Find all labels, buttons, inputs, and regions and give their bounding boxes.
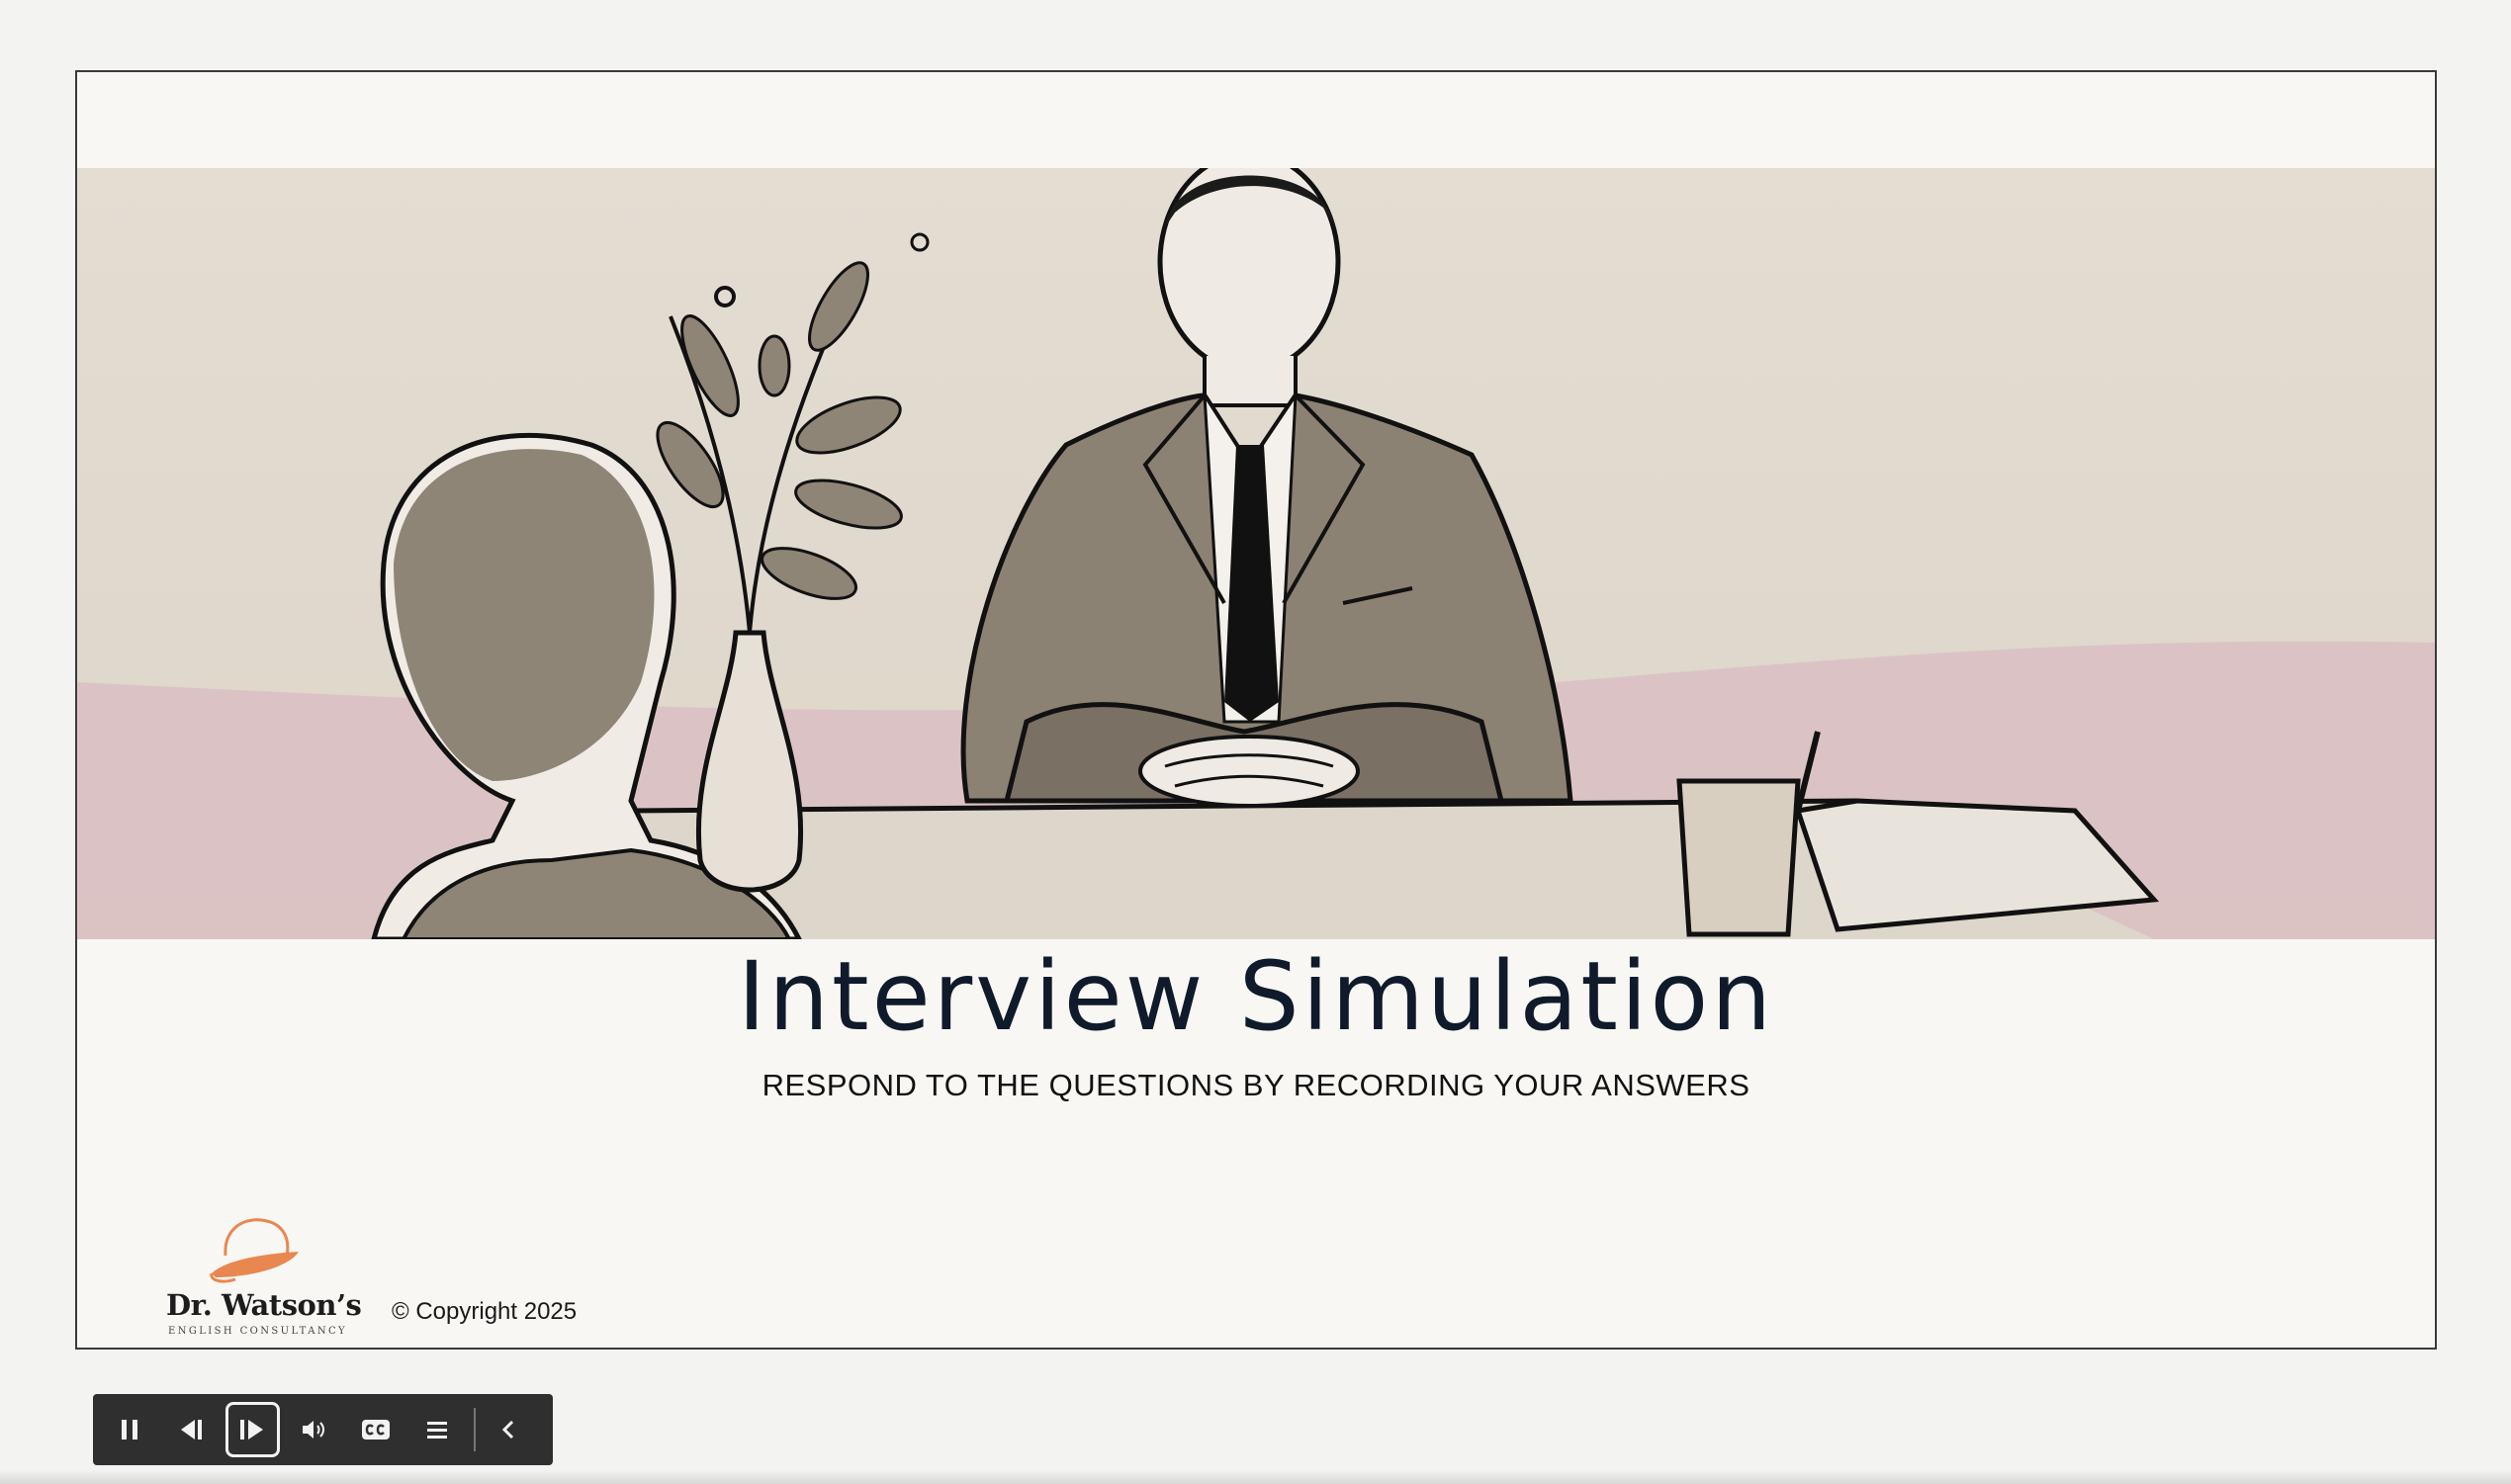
copyright-text: © Copyright 2025: [392, 1298, 578, 1325]
company-logo: Dr. Watson’s ENGLISH CONSULTANCY: [166, 1214, 364, 1343]
next-icon: [240, 1420, 264, 1440]
player-controls-bar: [93, 1394, 553, 1465]
previous-icon: [181, 1420, 203, 1440]
logo-tagline: ENGLISH CONSULTANCY: [168, 1326, 348, 1337]
logo-name: Dr. Watson’s: [166, 1288, 362, 1322]
closed-captions-button[interactable]: [349, 1402, 403, 1457]
volume-button[interactable]: [288, 1402, 341, 1457]
chevron-left-icon: [501, 1420, 514, 1440]
menu-icon: [426, 1422, 447, 1439]
slide-title: Interview Simulation: [737, 941, 1775, 1052]
bowler-hat-icon: [210, 1218, 299, 1283]
collapse-controls-button[interactable]: [482, 1402, 535, 1457]
interview-illustration: [77, 168, 2435, 939]
previous-button[interactable]: [164, 1402, 218, 1457]
closed-captions-icon: [361, 1420, 390, 1440]
pause-icon: [122, 1420, 138, 1440]
slide-subtitle: RESPOND TO THE QUESTIONS BY RECORDING YO…: [762, 1068, 1750, 1102]
pause-button[interactable]: [103, 1402, 156, 1457]
controls-divider: [474, 1408, 476, 1451]
volume-icon: [302, 1421, 324, 1439]
window-bottom-edge: [0, 1470, 2511, 1484]
slide-frame: Interview Simulation RESPOND TO THE QUES…: [75, 70, 2437, 1350]
menu-button[interactable]: [410, 1402, 464, 1457]
next-button[interactable]: [225, 1402, 280, 1457]
